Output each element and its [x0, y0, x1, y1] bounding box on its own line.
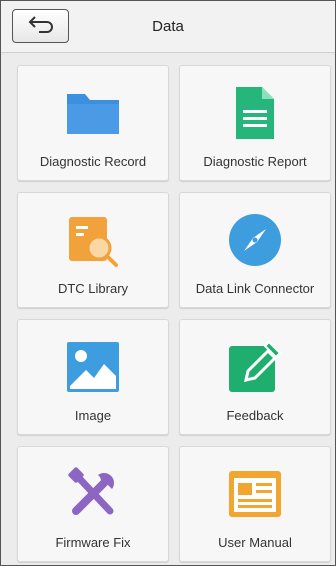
tile-label: Data Link Connector [195, 281, 315, 296]
tile-label: Feedback [226, 408, 284, 423]
search-document-icon [69, 217, 118, 267]
header-bar: Data [1, 1, 335, 53]
firmware-fix-tile[interactable]: Firmware Fix [17, 446, 169, 562]
tile-label: Diagnostic Record [39, 154, 147, 169]
data-link-connector-tile[interactable]: Data Link Connector [179, 192, 331, 308]
back-arrow-icon [28, 16, 53, 33]
tile-label: Image [74, 408, 112, 423]
folder-icon [67, 94, 119, 134]
diagnostic-report-tile[interactable]: Diagnostic Report [179, 65, 331, 181]
diagnostic-record-tile[interactable]: Diagnostic Record [17, 65, 169, 181]
image-icon [67, 342, 119, 392]
tile-label: User Manual [218, 535, 292, 550]
document-icon [236, 87, 274, 139]
app-window: Data Diagnostic Record Diagnostic Report… [0, 0, 336, 566]
tools-icon [68, 467, 114, 515]
dtc-library-tile[interactable]: DTC Library [17, 192, 169, 308]
back-button[interactable] [12, 9, 69, 43]
tile-label: Firmware Fix [55, 535, 131, 550]
manual-icon [229, 471, 281, 517]
edit-icon [229, 340, 282, 392]
tile-label: Diagnostic Report [203, 154, 307, 169]
function-grid: Diagnostic Record Diagnostic Report DTC … [17, 65, 331, 562]
tile-label: DTC Library [57, 281, 129, 296]
user-manual-tile[interactable]: User Manual [179, 446, 331, 562]
image-tile[interactable]: Image [17, 319, 169, 435]
feedback-tile[interactable]: Feedback [179, 319, 331, 435]
compass-icon [229, 214, 281, 266]
